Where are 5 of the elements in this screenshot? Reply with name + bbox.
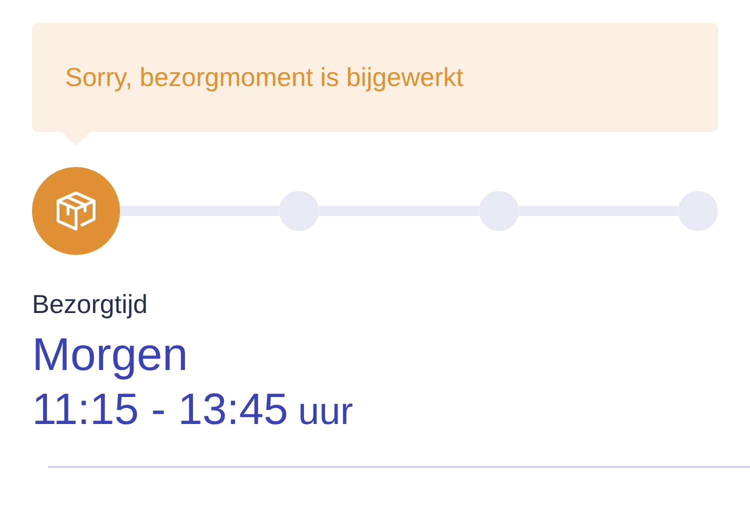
notice-message: Sorry, bezorgmoment is bijgewerkt bbox=[65, 61, 464, 94]
time-unit: uur bbox=[298, 390, 353, 435]
delivery-label: Bezorgtijd bbox=[32, 288, 148, 320]
delivery-time: 11:15 - 13:45 bbox=[32, 384, 288, 436]
delivery-day: Morgen bbox=[32, 326, 188, 382]
